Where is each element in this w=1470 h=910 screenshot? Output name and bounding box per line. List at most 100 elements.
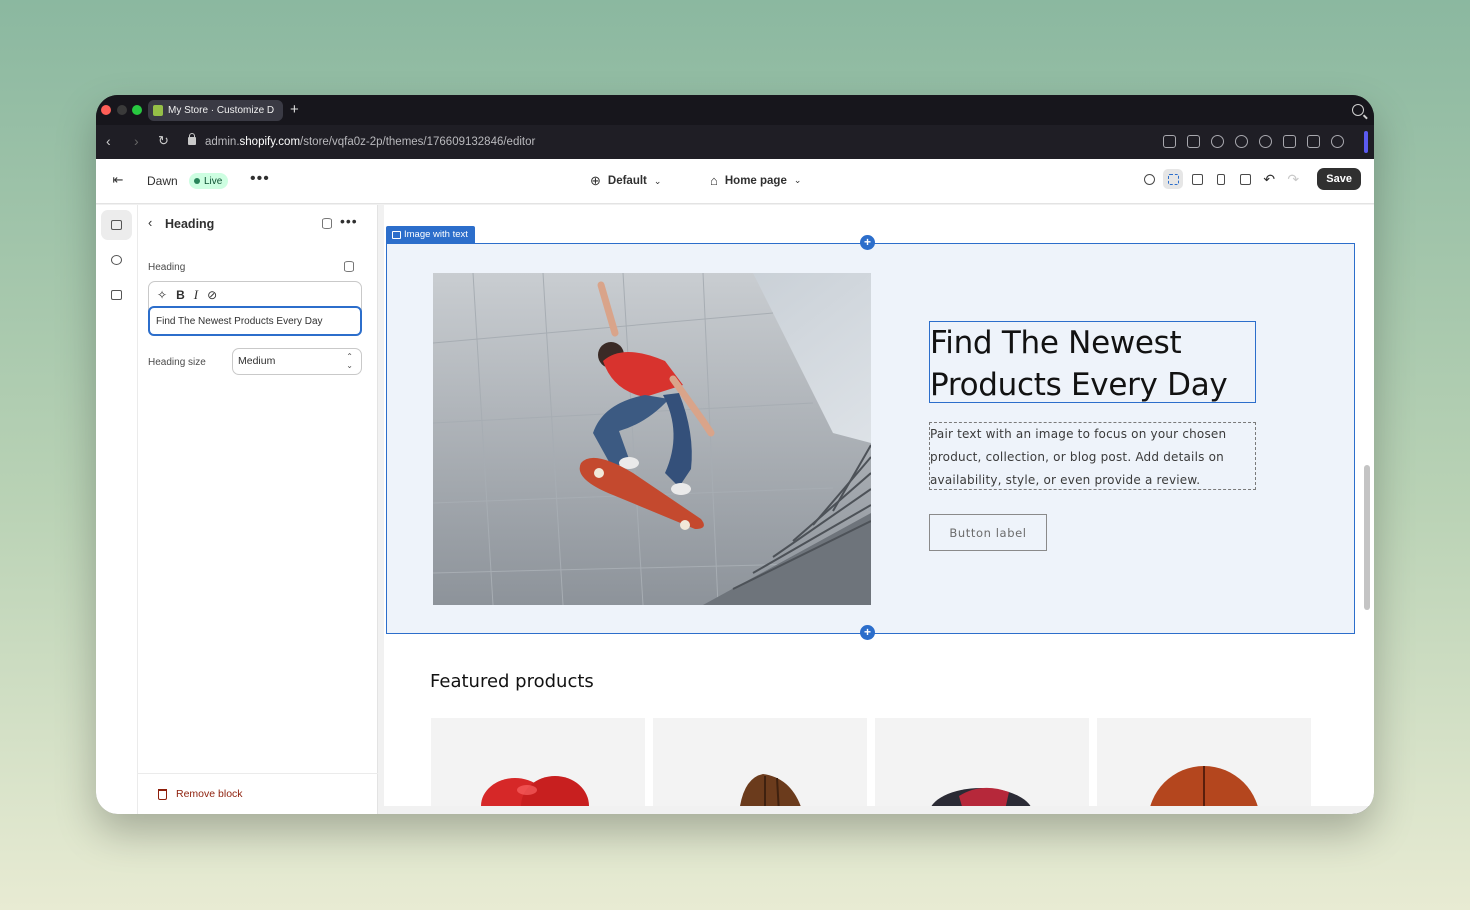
baseball-glove-icon — [740, 774, 801, 806]
context-selector-label: Default — [607, 175, 647, 187]
inspector-toggle[interactable] — [1163, 169, 1184, 189]
bold-icon[interactable]: B — [176, 288, 185, 302]
theme-editor: ⇤ Dawn Live ••• ⊕ Default ⌄ ⌂ Home page … — [96, 159, 1374, 814]
remove-block-button[interactable]: Remove block — [138, 773, 378, 813]
settings-panel: ‹ Heading ••• Heading ✧ B I ⊘ Find The N… — [138, 205, 378, 814]
link-icon[interactable]: ⊘ — [207, 288, 217, 302]
forward-icon[interactable]: › — [134, 133, 139, 149]
rte-toolbar: ✧ B I ⊘ — [157, 287, 217, 303]
editor-topbar: ⇤ Dawn Live ••• ⊕ Default ⌄ ⌂ Home page … — [96, 159, 1374, 204]
save-button[interactable]: Save — [1317, 168, 1361, 190]
product-card[interactable] — [653, 718, 867, 806]
camera-icon[interactable] — [1187, 135, 1200, 148]
featured-products-title: Featured products — [430, 671, 594, 692]
helmet-icon — [931, 787, 1031, 806]
browser-window: My Store · Customize D + ‹ › ↻ admin.sho… — [96, 95, 1374, 814]
live-dot-icon — [194, 178, 200, 184]
left-rail — [96, 205, 138, 814]
section-button[interactable]: Button label — [929, 514, 1047, 551]
heading-size-select[interactable]: Medium ⌃ ⌄ — [232, 348, 362, 375]
heart-icon[interactable] — [1259, 135, 1272, 148]
profile-icon[interactable] — [1331, 135, 1344, 148]
menu-icon[interactable] — [1307, 135, 1320, 148]
globe-icon: ⊕ — [590, 173, 601, 188]
add-section-below-button[interactable]: + — [860, 625, 875, 640]
browser-tab[interactable]: My Store · Customize D — [148, 100, 283, 121]
skateboarder-image[interactable] — [433, 273, 871, 605]
tab-title: My Store · Customize D — [168, 105, 275, 116]
desktop-icon — [1191, 173, 1203, 185]
boxing-gloves-icon — [481, 776, 589, 806]
context-selector[interactable]: ⊕ Default ⌄ — [590, 173, 661, 189]
select-arrows-icon: ⌃ ⌄ — [346, 352, 353, 370]
theme-name: Dawn — [147, 174, 178, 188]
connect-source-icon[interactable] — [344, 261, 354, 272]
sidekick-icon — [1143, 173, 1155, 185]
fullscreen-button[interactable] — [1235, 169, 1255, 189]
section-heading: Find The Newest Products Every Day — [930, 325, 1228, 403]
more-actions-icon[interactable]: ••• — [340, 213, 358, 229]
new-tab-button[interactable]: + — [290, 101, 299, 118]
redo-icon[interactable]: ↷ — [1283, 171, 1303, 188]
skateboarder-illustration — [433, 273, 871, 605]
fullscreen-icon — [1239, 173, 1251, 185]
edit-icon[interactable] — [1163, 135, 1176, 148]
page-selector-label: Home page — [724, 174, 787, 187]
theme-actions-button[interactable]: ••• — [250, 170, 270, 188]
add-section-above-button[interactable]: + — [860, 235, 875, 250]
italic-icon[interactable]: I — [194, 287, 198, 303]
home-icon: ⌂ — [710, 173, 718, 188]
status-badge: Live — [189, 173, 229, 189]
panel-title: Heading — [165, 217, 215, 231]
zoom-window-button[interactable] — [132, 105, 142, 115]
exit-icon[interactable]: ⇤ — [110, 172, 126, 188]
theme-settings-button[interactable] — [101, 245, 132, 275]
tab-bar: My Store · Customize D + — [96, 95, 1374, 125]
preview-scrollbar[interactable] — [1364, 465, 1370, 610]
apps-button[interactable] — [101, 280, 132, 310]
rich-text-editor: ✧ B I ⊘ Find The Newest Products Every D… — [148, 281, 362, 336]
chevron-down-icon: ⌄ — [793, 175, 802, 185]
text-block[interactable]: Pair text with an image to focus on your… — [929, 422, 1256, 490]
gear-icon — [111, 255, 122, 265]
page-selector[interactable]: ⌂ Home page ⌄ — [710, 173, 801, 188]
mobile-icon — [1217, 173, 1226, 185]
section-tag[interactable]: Image with text — [386, 226, 475, 243]
image-with-text-section[interactable]: Find The Newest Products Every Day Pair … — [386, 243, 1355, 634]
magic-icon[interactable]: ✧ — [157, 288, 167, 302]
heading-size-value: Medium — [238, 355, 276, 367]
tab-search-icon[interactable] — [1352, 104, 1364, 116]
url-field[interactable]: admin.shopify.com/store/vqfa0z-2p/themes… — [205, 136, 535, 148]
sidebar-accent — [1364, 131, 1368, 153]
product-card[interactable] — [875, 718, 1089, 806]
editor-tools: ↶ ↷ Save — [1139, 168, 1361, 190]
shopify-favicon-icon — [153, 105, 163, 116]
play-icon[interactable] — [1235, 135, 1248, 148]
undo-icon[interactable]: ↶ — [1259, 171, 1279, 188]
shield-icon[interactable] — [1211, 135, 1224, 148]
sections-icon — [111, 220, 122, 230]
heading-input[interactable]: Find The Newest Products Every Day — [148, 306, 362, 336]
sidekick-button[interactable] — [1139, 169, 1159, 189]
reload-icon[interactable]: ↻ — [158, 133, 169, 149]
sections-button[interactable] — [101, 210, 132, 240]
lock-icon — [188, 133, 196, 145]
back-icon[interactable]: ‹ — [106, 133, 111, 149]
product-card[interactable] — [1097, 718, 1311, 806]
desktop-view-button[interactable] — [1187, 169, 1207, 189]
back-chevron-icon[interactable]: ‹ — [148, 215, 152, 230]
trash-icon — [158, 789, 167, 800]
product-card[interactable] — [431, 718, 645, 806]
close-window-button[interactable] — [101, 105, 111, 115]
heading-size-label: Heading size — [148, 357, 206, 368]
remove-block-label: Remove block — [176, 788, 243, 800]
heading-block[interactable]: Find The Newest Products Every Day — [929, 321, 1256, 403]
browser-toolbar — [1163, 135, 1344, 148]
chevron-down-icon: ⌄ — [653, 175, 662, 186]
dynamic-source-icon[interactable] — [322, 218, 332, 229]
store-preview: Image with text Find The Newest Products… — [384, 205, 1374, 806]
minimize-window-button[interactable] — [117, 105, 127, 115]
mobile-view-button[interactable] — [1211, 169, 1231, 189]
heading-field-label: Heading — [148, 262, 186, 273]
download-icon[interactable] — [1283, 135, 1296, 148]
